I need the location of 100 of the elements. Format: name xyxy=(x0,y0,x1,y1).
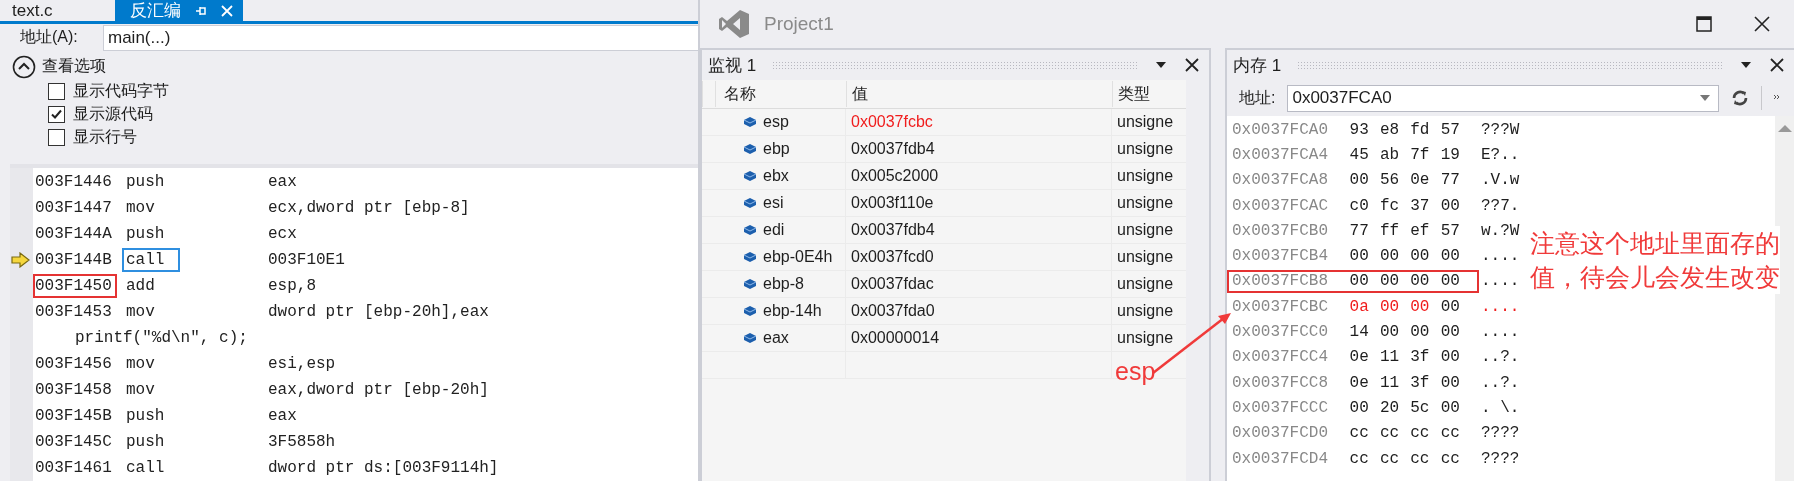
memory-ascii: ???W xyxy=(1481,120,1520,139)
memory-byte: 19 xyxy=(1440,145,1461,164)
watch-value: 0x0037fdb4 xyxy=(845,217,1111,243)
watch-type: unsigne xyxy=(1111,244,1186,270)
watch-name: eax xyxy=(763,328,789,348)
memory-byte: 00 xyxy=(1379,323,1401,341)
checkbox-label: 显示行号 xyxy=(73,126,137,147)
watch-type: unsigne xyxy=(1111,298,1186,324)
document-tab[interactable]: 反汇编 xyxy=(114,0,243,21)
memory-byte: 00 xyxy=(1440,247,1461,266)
instruction-mnemonic: push xyxy=(125,172,166,193)
dropdown-icon[interactable] xyxy=(1155,61,1167,69)
checkbox-label: 显示代码字节 xyxy=(73,80,169,101)
instruction-operand: esp,8 xyxy=(268,277,316,295)
memory-byte: c0 xyxy=(1349,196,1370,215)
memory-byte: 57 xyxy=(1440,221,1461,240)
memory-byte: 00 xyxy=(1410,272,1431,291)
overflow-icon[interactable] xyxy=(1774,95,1781,101)
address-field[interactable]: main(...) xyxy=(103,24,698,51)
instruction-operand: ecx xyxy=(268,225,297,243)
memory-address: 0x0037FCB0 xyxy=(1232,221,1329,240)
watch-name: ebp-8 xyxy=(763,274,804,294)
memory-address: 0x0037FCC8 xyxy=(1232,373,1329,392)
memory-byte: e8 xyxy=(1379,120,1401,139)
checkbox[interactable] xyxy=(48,82,65,100)
address-label: 地址: xyxy=(1239,87,1276,108)
watch-value: 0x0037fdb4 xyxy=(845,136,1111,162)
watch-name: esi xyxy=(763,193,784,213)
memory-address: 0x0037FCC4 xyxy=(1232,348,1329,367)
memory-ascii: ??7. xyxy=(1481,196,1520,215)
maximize-icon[interactable] xyxy=(1696,16,1712,32)
dropdown-icon[interactable] xyxy=(1740,61,1752,69)
watch-type: unsigne xyxy=(1111,190,1186,216)
memory-byte: 00 xyxy=(1440,373,1461,392)
memory-ascii: E?.. xyxy=(1481,145,1520,164)
close-icon[interactable] xyxy=(1185,58,1199,72)
variable-icon xyxy=(743,305,757,317)
watch-name: edi xyxy=(763,220,785,240)
close-icon[interactable] xyxy=(1770,58,1784,72)
memory-byte: cc xyxy=(1379,449,1401,468)
memory-byte: 00 xyxy=(1349,171,1370,190)
instruction-mnemonic: mov xyxy=(125,354,156,375)
memory-byte: cc xyxy=(1349,424,1370,443)
instruction-address: 003F144A xyxy=(34,224,113,245)
memory-byte: 00 xyxy=(1440,323,1461,341)
instruction-operand: 003F10E1 xyxy=(268,251,345,269)
memory-address: 0x0037FCA0 xyxy=(1232,120,1329,139)
pin-icon[interactable] xyxy=(194,4,207,17)
variable-icon xyxy=(743,332,757,344)
instruction-address: 003F1446 xyxy=(34,172,113,193)
variable-icon xyxy=(743,116,757,128)
instruction-mnemonic: mov xyxy=(125,302,156,323)
variable-icon xyxy=(743,197,757,209)
instruction-address: 003F1453 xyxy=(34,302,113,323)
memory-address: 0x0037FCBC xyxy=(1232,297,1329,316)
watch-name: ebp-14h xyxy=(763,301,822,321)
window-title: Project1 xyxy=(764,13,834,35)
options-title: 查看选项 xyxy=(42,56,106,77)
column-header[interactable]: 名称 xyxy=(715,81,846,107)
memory-byte: 3f xyxy=(1410,348,1431,367)
variable-icon xyxy=(743,170,757,182)
memory-byte: 00 xyxy=(1349,247,1370,266)
watch-value: 0x00000014 xyxy=(845,325,1111,351)
instruction-mnemonic: add xyxy=(125,276,156,297)
watch-name: ebp-0E4h xyxy=(763,247,833,267)
memory-byte: 45 xyxy=(1349,145,1370,164)
instruction-mnemonic: call xyxy=(125,458,166,479)
address-combo-box[interactable]: 0x0037FCA0 xyxy=(1287,84,1720,112)
memory-byte: 00 xyxy=(1410,323,1431,341)
memory-ascii: .V.w xyxy=(1481,171,1520,190)
memory-byte: 14 xyxy=(1349,323,1370,341)
close-icon[interactable] xyxy=(1754,16,1770,32)
column-header[interactable]: 类型 xyxy=(1112,81,1186,107)
refresh-icon[interactable] xyxy=(1731,89,1750,107)
logo-icon xyxy=(718,9,750,39)
annotation-label: esp xyxy=(1115,357,1156,386)
document-tab[interactable]: text.c xyxy=(0,0,65,21)
watch-type: unsigne xyxy=(1111,136,1186,162)
column-header[interactable]: 值 xyxy=(846,81,1112,107)
memory-byte: 0e xyxy=(1349,373,1370,392)
instruction-operand: ecx,dword ptr [ebp-8] xyxy=(268,199,470,217)
memory-ascii: ???? xyxy=(1481,424,1520,443)
checkbox[interactable] xyxy=(48,128,65,146)
memory-ascii: .... xyxy=(1481,272,1520,291)
collapse-icon[interactable] xyxy=(12,54,36,79)
watch-name: ebx xyxy=(763,166,789,186)
variable-icon xyxy=(743,224,757,236)
memory-byte: 77 xyxy=(1440,171,1461,190)
memory-byte: ab xyxy=(1379,145,1401,164)
watch-value: 0x0037fcbc xyxy=(845,109,1111,135)
checkbox[interactable] xyxy=(48,105,65,123)
instruction-operand: dword ptr [ebp-20h],eax xyxy=(268,303,489,321)
memory-byte: 57 xyxy=(1440,120,1461,139)
memory-byte: cc xyxy=(1440,424,1461,443)
source-line: printf("%d\n", c); xyxy=(74,329,248,347)
watch-value: 0x0037fda0 xyxy=(845,298,1111,324)
instruction-operand: 3F5858h xyxy=(268,433,336,451)
instruction-address: 003F1461 xyxy=(34,458,113,479)
memory-byte: 56 xyxy=(1379,171,1401,190)
memory-byte: 5c xyxy=(1410,398,1431,417)
